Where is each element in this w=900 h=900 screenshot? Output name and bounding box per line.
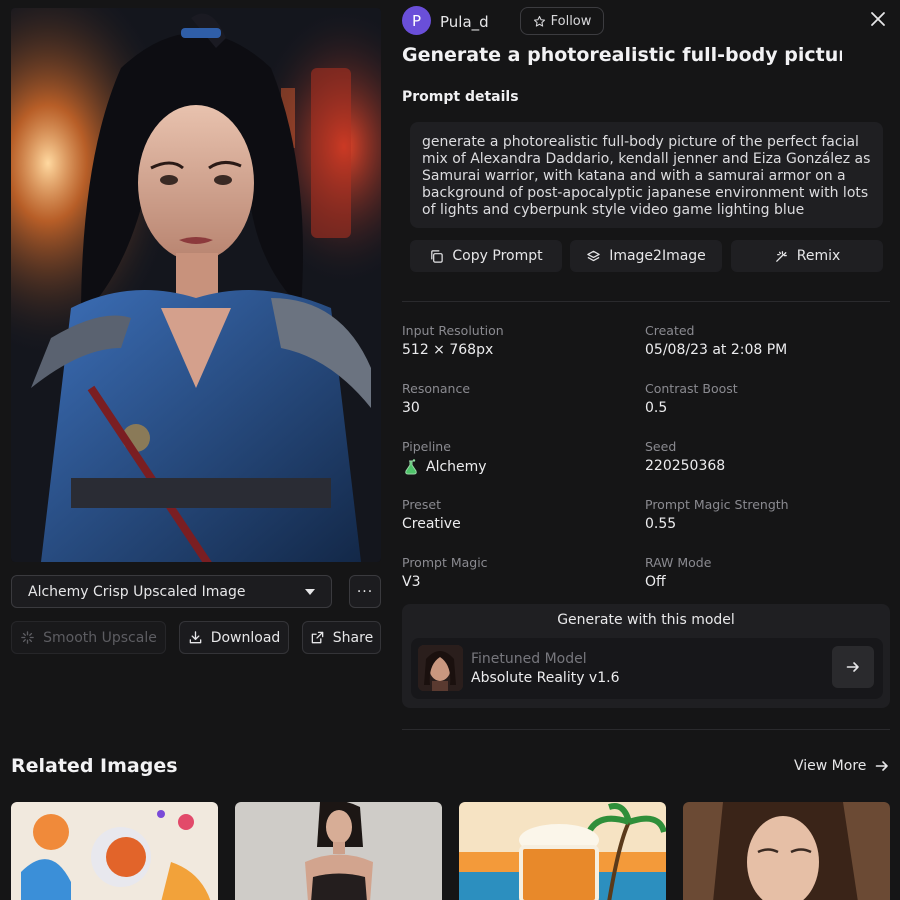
magic-wand-icon [775, 250, 787, 262]
resonance-label: Resonance [402, 381, 471, 396]
resonance-value: 30 [402, 400, 420, 416]
raw-mode-label: RAW Mode [645, 555, 712, 570]
sparkle-icon [21, 631, 34, 644]
pipeline-label: Pipeline [402, 439, 451, 454]
share-icon [311, 631, 324, 644]
raw-mode-value: Off [645, 574, 666, 590]
pipeline-value: Alchemy [402, 458, 487, 476]
username[interactable]: Pula_d [440, 13, 489, 31]
prompt-magic-strength-label: Prompt Magic Strength [645, 497, 789, 512]
follow-button[interactable]: Follow [520, 7, 604, 35]
seed-label: Seed [645, 439, 677, 454]
contrast-boost-label: Contrast Boost [645, 381, 738, 396]
model-row[interactable] [411, 638, 883, 699]
model-type-label: Finetuned Model [471, 651, 587, 667]
arrow-right-icon [876, 761, 889, 771]
potion-icon [405, 459, 417, 475]
chevron-down-icon [305, 588, 315, 595]
arrow-right-icon [846, 662, 859, 672]
input-resolution-label: Input Resolution [402, 323, 504, 338]
share-label: Share [332, 629, 374, 646]
created-label: Created [645, 323, 695, 338]
view-more-label: View More [794, 758, 867, 774]
remix-button[interactable]: Remix [731, 240, 883, 272]
smooth-upscale-label: Smooth Upscale [43, 629, 157, 646]
main-generated-image[interactable] [11, 8, 381, 562]
prompt-magic-label: Prompt Magic [402, 555, 488, 570]
copy-prompt-button[interactable]: Copy Prompt [410, 240, 562, 272]
seed-value: 220250368 [645, 458, 726, 474]
generate-with-model-button[interactable] [832, 646, 874, 688]
avatar[interactable]: P [402, 6, 431, 35]
download-icon [189, 631, 202, 644]
star-icon [533, 15, 545, 27]
pipeline-text: Alchemy [426, 459, 487, 475]
image-variant-label: Alchemy Crisp Upscaled Image [28, 583, 246, 600]
close-icon[interactable] [869, 10, 887, 28]
input-resolution-value: 512 × 768px [402, 342, 494, 358]
download-button[interactable]: Download [179, 621, 289, 654]
layers-icon [587, 250, 600, 261]
smooth-upscale-button[interactable]: Smooth Upscale [11, 621, 166, 654]
prompt-magic-strength-value: 0.55 [645, 516, 677, 532]
copy-icon [431, 249, 444, 263]
related-image-woman-portrait[interactable] [683, 802, 890, 900]
model-name: Absolute Reality v1.6 [471, 670, 620, 686]
related-image-beer-beach[interactable] [459, 802, 666, 900]
ellipsis-icon: ··· [356, 583, 374, 600]
related-images-heading: Related Images [11, 755, 178, 777]
follow-label: Follow [550, 13, 592, 29]
more-options-button[interactable]: ··· [349, 575, 381, 608]
divider [402, 301, 890, 302]
preset-label: Preset [402, 497, 441, 512]
share-button[interactable]: Share [302, 621, 381, 654]
contrast-boost-value: 0.5 [645, 400, 668, 416]
created-value: 05/08/23 at 2:08 PM [645, 342, 788, 358]
preset-value: Creative [402, 516, 461, 532]
avatar-letter: P [411, 11, 422, 30]
prompt-details-heading: Prompt details [402, 89, 519, 105]
related-image-woman-dress[interactable] [235, 802, 442, 900]
download-label: Download [210, 629, 281, 646]
prompt-magic-value: V3 [402, 574, 421, 590]
related-image-astronaut[interactable] [11, 802, 218, 900]
image2image-label: Image2Image [609, 248, 706, 264]
image2image-button[interactable]: Image2Image [570, 240, 722, 272]
view-more-link[interactable]: View More [794, 758, 890, 774]
page-title: Generate a photorealistic full-body pict… [402, 44, 842, 66]
prompt-text: generate a photorealistic full-body pict… [410, 122, 883, 228]
image-variant-select[interactable]: Alchemy Crisp Upscaled Image [11, 575, 332, 608]
generate-with-model-heading: Generate with this model [557, 612, 735, 628]
model-thumbnail [418, 645, 463, 691]
copy-prompt-label: Copy Prompt [452, 248, 543, 264]
divider [402, 729, 890, 730]
remix-label: Remix [796, 248, 841, 264]
